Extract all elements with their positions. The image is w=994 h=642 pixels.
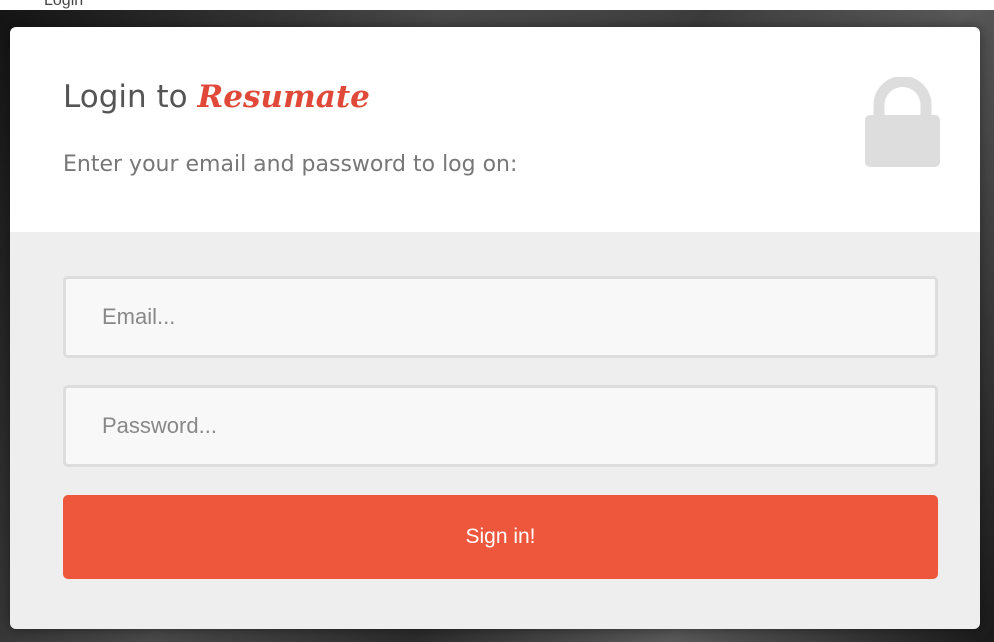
top-strip: Login — [0, 0, 994, 10]
login-card: Login to Resumate Enter your email and p… — [10, 27, 980, 629]
top-strip-text: Login — [44, 0, 84, 9]
password-field[interactable] — [63, 385, 938, 467]
login-form: Sign in! — [10, 232, 980, 629]
sign-in-button[interactable]: Sign in! — [63, 495, 938, 579]
page-title: Login to Resumate — [63, 79, 370, 115]
brand-name: Resumate — [197, 79, 370, 115]
login-instructions: Enter your email and password to log on: — [63, 152, 518, 177]
title-prefix: Login to — [63, 79, 188, 115]
lock-icon — [865, 77, 940, 167]
login-header: Login to Resumate Enter your email and p… — [10, 27, 980, 232]
email-field[interactable] — [63, 276, 938, 358]
